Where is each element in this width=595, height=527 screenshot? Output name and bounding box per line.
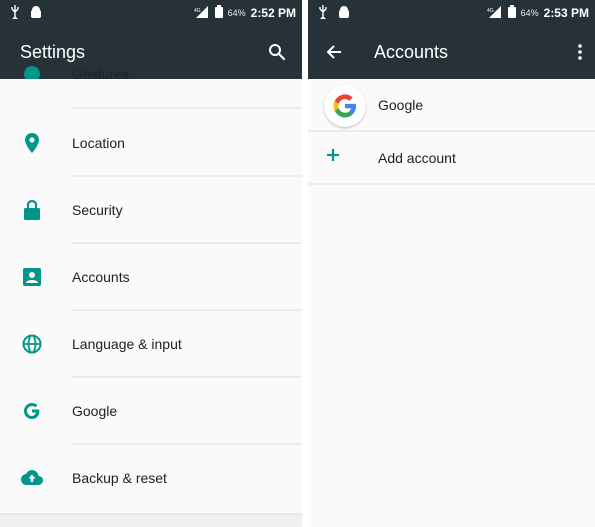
account-item-label: Google — [378, 97, 424, 113]
settings-item-backup-reset[interactable]: Backup & reset — [0, 445, 302, 511]
settings-screen: 4G 64% 2:52 PM Settings Gestures Locatio… — [0, 0, 302, 527]
page-title: Accounts — [374, 42, 449, 62]
add-account-item[interactable]: Add account — [308, 132, 595, 184]
settings-item-label: Accounts — [72, 269, 130, 285]
accounts-screen: 4G 64% 2:53 PM Accounts Google Add accou… — [308, 0, 595, 527]
divider — [308, 183, 595, 185]
account-item-google[interactable]: Google — [308, 79, 595, 131]
status-bar: 4G 64% 2:53 PM — [308, 0, 595, 25]
settings-item-label: Language & input — [72, 336, 182, 352]
overflow-menu-button[interactable] — [567, 39, 593, 65]
toolbar: Accounts — [308, 25, 595, 79]
battery-percent: 64% — [227, 8, 246, 18]
status-right-icons: 4G 64% 2:53 PM — [487, 5, 589, 21]
settings-item-google[interactable]: Google — [0, 378, 302, 444]
settings-item-label: Backup & reset — [72, 470, 167, 486]
settings-item-label: Google — [72, 403, 118, 419]
status-right-icons: 4G 64% 2:52 PM — [194, 5, 296, 21]
lock-icon — [21, 199, 43, 221]
globe-icon — [21, 333, 43, 355]
scroll-clip — [0, 79, 302, 86]
next-item-edge — [0, 513, 302, 527]
settings-item-gestures[interactable]: Gestures — [0, 41, 302, 107]
divider — [72, 107, 302, 109]
google-g-icon — [21, 400, 43, 422]
usb-icon — [10, 5, 20, 22]
android-icon — [30, 6, 42, 21]
status-left-icons — [10, 5, 42, 22]
cloud-upload-icon — [21, 467, 43, 489]
battery-icon — [507, 5, 516, 21]
battery-percent: 64% — [520, 8, 539, 18]
settings-item-label: Security — [72, 202, 123, 218]
more-vert-icon — [578, 44, 582, 60]
google-logo-icon — [324, 85, 366, 127]
status-time: 2:52 PM — [250, 6, 296, 20]
settings-item-label: Location — [72, 135, 125, 151]
add-account-label: Add account — [378, 150, 456, 166]
status-time: 2:53 PM — [543, 6, 589, 20]
location-pin-icon — [21, 132, 43, 154]
signal-icon: 4G — [487, 5, 503, 21]
svg-text:4G: 4G — [487, 8, 494, 14]
settings-item-language-input[interactable]: Language & input — [0, 311, 302, 377]
battery-icon — [214, 5, 223, 21]
status-left-icons — [318, 5, 350, 22]
settings-item-security[interactable]: Security — [0, 177, 302, 243]
account-box-icon — [21, 266, 43, 288]
arrow-back-icon — [326, 45, 341, 59]
back-button[interactable] — [321, 39, 347, 65]
settings-item-location[interactable]: Location — [0, 110, 302, 176]
usb-icon — [318, 5, 328, 22]
status-bar: 4G 64% 2:52 PM — [0, 0, 302, 25]
android-icon — [338, 6, 350, 21]
svg-text:4G: 4G — [194, 8, 201, 14]
plus-icon — [326, 146, 342, 166]
settings-item-accounts[interactable]: Accounts — [0, 244, 302, 310]
signal-icon: 4G — [194, 5, 210, 21]
